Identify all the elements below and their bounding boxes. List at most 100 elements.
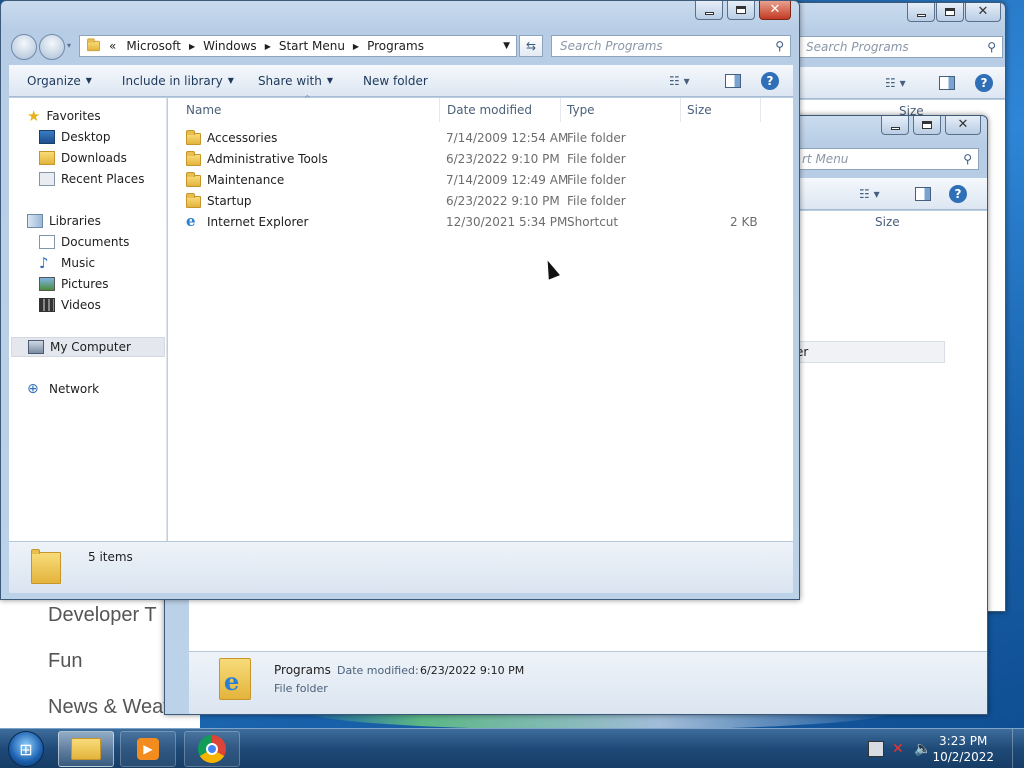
nav-videos[interactable]: Videos: [39, 295, 101, 315]
view-options-icon[interactable]: ☷ ▾: [859, 187, 880, 201]
back-button[interactable]: [11, 34, 37, 60]
nav-label: Recent Places: [61, 172, 145, 186]
clock[interactable]: 3:23 PM 10/2/2022: [932, 733, 994, 765]
minimize-button[interactable]: [695, 1, 723, 20]
address-bar[interactable]: « Microsoft ▶ Windows ▶ Start Menu ▶ Pro…: [79, 35, 517, 57]
taskbar-chrome-button[interactable]: [184, 731, 240, 767]
minimize-button[interactable]: [907, 3, 935, 22]
nav-my-computer[interactable]: My Computer: [11, 337, 165, 357]
chevron-right-icon[interactable]: ▶: [189, 42, 195, 51]
bg-menu-item[interactable]: Fun: [48, 650, 82, 673]
breadcrumb-microsoft[interactable]: Microsoft: [126, 39, 181, 53]
close-button[interactable]: ✕: [965, 3, 1001, 22]
preview-pane-icon[interactable]: [915, 186, 931, 201]
nav-desktop[interactable]: Desktop: [39, 127, 111, 147]
column-header-type[interactable]: Type: [561, 98, 681, 122]
maximize-button[interactable]: [913, 116, 941, 135]
share-with-button[interactable]: Share with ▼: [246, 69, 345, 93]
file-row[interactable]: Maintenance 7/14/2009 12:49 AM File fold…: [186, 170, 799, 191]
volume-icon[interactable]: 🔈: [914, 741, 931, 757]
details-pane: 5 items: [9, 541, 793, 593]
view-options-icon[interactable]: ☷ ▾: [885, 76, 906, 90]
preview-pane-icon[interactable]: [939, 75, 955, 90]
help-icon[interactable]: ?: [761, 71, 779, 90]
forward-button[interactable]: [39, 34, 65, 60]
file-name: Accessories: [207, 131, 278, 145]
explorer-icon: [71, 738, 101, 760]
recent-pages-icon[interactable]: ▾: [67, 41, 71, 50]
network-disconnected-icon[interactable]: ✕: [892, 741, 908, 757]
folder-icon: [87, 38, 100, 52]
file-type: Shortcut: [567, 215, 619, 229]
breadcrumb-programs[interactable]: Programs: [367, 39, 424, 53]
details-pane: e Programs Date modified: 6/23/2022 9:10…: [189, 651, 987, 714]
taskbar-media-player-button[interactable]: ▶: [120, 731, 176, 767]
column-header-size[interactable]: Size: [875, 215, 900, 229]
close-button[interactable]: ✕: [759, 1, 791, 20]
folder-icon: [186, 151, 201, 166]
column-header-date-modified[interactable]: Date modified: [441, 98, 561, 122]
preview-pane-icon[interactable]: [725, 73, 741, 88]
nav-music[interactable]: ♪ Music: [39, 253, 95, 273]
toolbar: ☷ ▾ ?: [781, 67, 1005, 99]
chevron-right-icon[interactable]: ▶: [353, 42, 359, 51]
taskbar-explorer-button[interactable]: [58, 731, 114, 767]
start-button[interactable]: ⊞: [8, 731, 44, 767]
search-box[interactable]: Search Programs ⚲: [551, 35, 791, 57]
breadcrumb-windows[interactable]: Windows: [203, 39, 257, 53]
file-type: File folder: [567, 131, 626, 145]
column-header-size[interactable]: Size: [681, 98, 761, 122]
nav-recent-places[interactable]: Recent Places: [39, 169, 144, 189]
view-options-icon[interactable]: ☷ ▾: [669, 74, 690, 88]
file-row[interactable]: e Internet Explorer 12/30/2021 5:34 PM S…: [186, 212, 799, 233]
nav-downloads[interactable]: Downloads: [39, 148, 127, 168]
organize-label: Organize: [27, 73, 81, 88]
nav-favorites[interactable]: ★ Favorites: [27, 106, 101, 126]
nav-network[interactable]: ⊕ Network: [27, 379, 99, 399]
refresh-button[interactable]: ⇆: [519, 35, 543, 57]
bg-menu-item[interactable]: Developer T: [48, 604, 157, 627]
show-desktop-button[interactable]: [1012, 729, 1024, 768]
nav-documents[interactable]: Documents: [39, 232, 129, 252]
search-box[interactable]: Search Programs ⚲: [797, 36, 1003, 58]
breadcrumb-start-menu[interactable]: Start Menu: [279, 39, 345, 53]
file-name: Administrative Tools: [207, 152, 328, 166]
chevron-right-icon[interactable]: ▶: [265, 42, 271, 51]
organize-button[interactable]: Organize ▼: [9, 69, 104, 93]
close-button[interactable]: ✕: [945, 116, 981, 135]
maximize-button[interactable]: [936, 3, 964, 22]
search-placeholder: Search Programs: [560, 39, 663, 53]
column-header-name[interactable]: Name: [180, 98, 440, 122]
search-icon: ⚲: [775, 39, 784, 53]
file-name: Internet Explorer: [207, 215, 309, 229]
new-folder-button[interactable]: New folder: [351, 69, 440, 93]
file-row[interactable]: Startup 6/23/2022 9:10 PM File folder: [186, 191, 799, 212]
search-icon: ⚲: [963, 152, 972, 166]
help-icon[interactable]: ?: [949, 184, 967, 203]
nav-label: Network: [49, 382, 100, 396]
search-icon: ⚲: [987, 40, 996, 54]
music-icon: ♪: [39, 254, 49, 272]
explorer-window-programs[interactable]: ✕ ▾ « Microsoft ▶ Windows ▶ Start Menu ▶…: [0, 0, 800, 600]
nav-label: Pictures: [61, 277, 109, 291]
selected-row[interactable]: er: [789, 341, 945, 363]
breadcrumb-overflow[interactable]: «: [109, 39, 116, 53]
nav-label: Desktop: [61, 130, 111, 144]
chevron-down-icon: ▼: [85, 76, 92, 85]
folder-icon: [186, 193, 201, 208]
file-row[interactable]: Accessories 7/14/2009 12:54 AM File fold…: [186, 128, 799, 149]
include-in-library-button[interactable]: Include in library ▼: [110, 69, 246, 93]
file-type: File folder: [567, 173, 626, 187]
minimize-button[interactable]: [881, 116, 909, 135]
nav-pictures[interactable]: Pictures: [39, 274, 109, 294]
close-icon: ✕: [957, 117, 969, 132]
chrome-icon: [198, 735, 226, 763]
action-center-icon[interactable]: [868, 741, 884, 757]
help-icon[interactable]: ?: [975, 73, 993, 92]
nav-libraries[interactable]: Libraries: [27, 211, 101, 231]
address-dropdown-icon[interactable]: ▼: [503, 41, 510, 51]
maximize-button[interactable]: [727, 1, 755, 20]
file-row[interactable]: Administrative Tools 6/23/2022 9:10 PM F…: [186, 149, 799, 170]
search-box[interactable]: rt Menu ⚲: [799, 148, 979, 170]
file-date: 6/23/2022 9:10 PM: [446, 194, 560, 208]
